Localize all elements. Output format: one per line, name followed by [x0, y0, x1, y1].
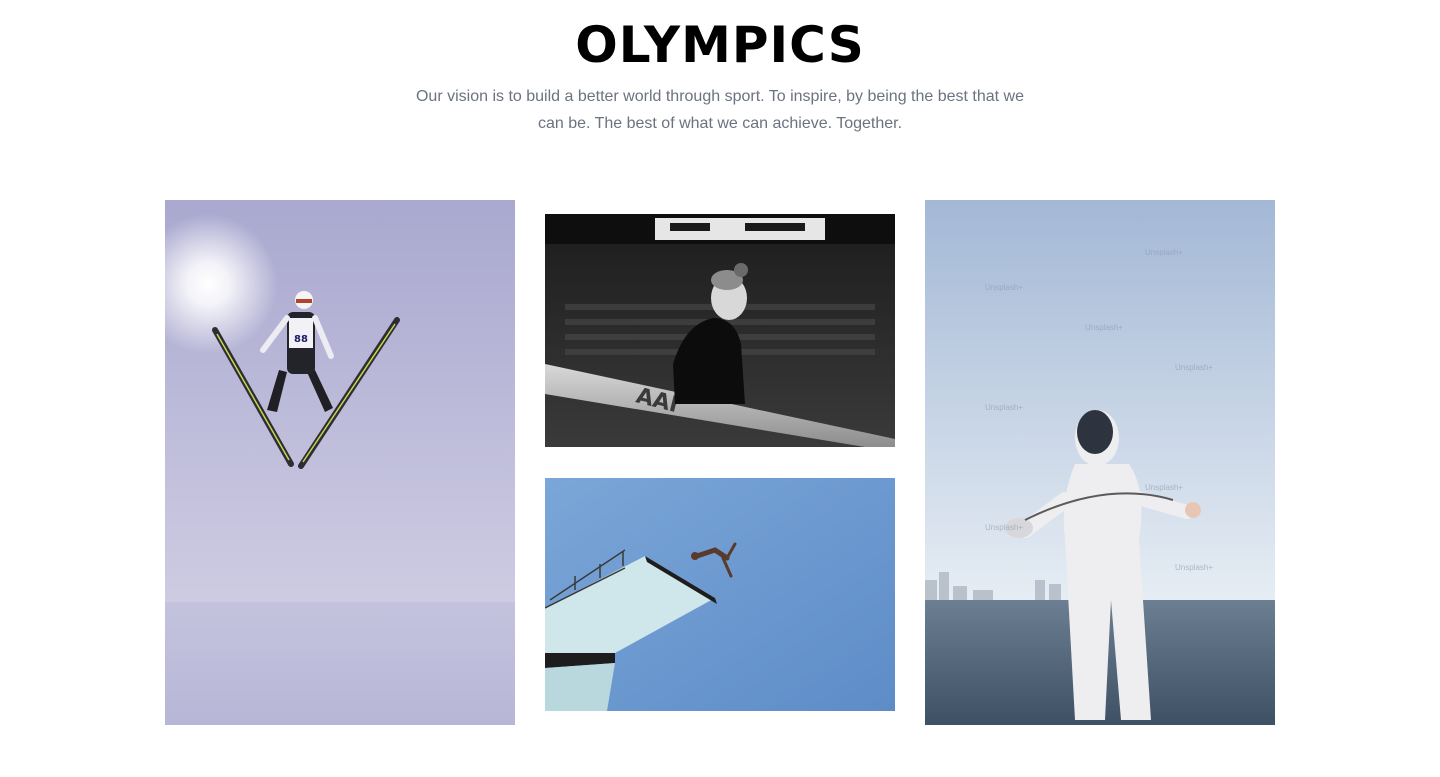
svg-text:Unsplash+: Unsplash+	[985, 523, 1023, 532]
fencer-illustration: Unsplash+ Unsplash+ Unsplash+ Unsplash+ …	[925, 200, 1275, 725]
photo-gymnast[interactable]: AAI	[545, 214, 895, 447]
svg-text:88: 88	[294, 334, 308, 345]
subtitle-line-2: can be. The best of what we can achieve.…	[537, 115, 903, 132]
photo-fencer[interactable]: Unsplash+ Unsplash+ Unsplash+ Unsplash+ …	[925, 200, 1275, 725]
svg-text:Unsplash+: Unsplash+	[1175, 563, 1213, 572]
page-title: OLYMPICS	[575, 16, 865, 74]
photo-diver[interactable]	[545, 478, 895, 711]
page: OLYMPICS Our vision is to build a better…	[0, 0, 1440, 777]
svg-text:Unsplash+: Unsplash+	[1175, 363, 1213, 372]
svg-text:Unsplash+: Unsplash+	[1145, 248, 1183, 257]
subtitle-line-1: Our vision is to build a better world th…	[415, 88, 1025, 105]
snow-field	[165, 602, 515, 725]
svg-text:Unsplash+: Unsplash+	[985, 403, 1023, 412]
photo-ski-jumper[interactable]: 88	[165, 200, 515, 725]
ski-jumper-illustration: 88	[165, 200, 515, 725]
svg-text:Unsplash+: Unsplash+	[985, 283, 1023, 292]
svg-text:Unsplash+: Unsplash+	[1145, 483, 1183, 492]
page-subtitle: Our vision is to build a better world th…	[410, 83, 1030, 137]
diver-illustration	[545, 478, 895, 711]
gymnast-illustration: AAI	[545, 214, 895, 447]
svg-text:Unsplash+: Unsplash+	[1085, 323, 1123, 332]
